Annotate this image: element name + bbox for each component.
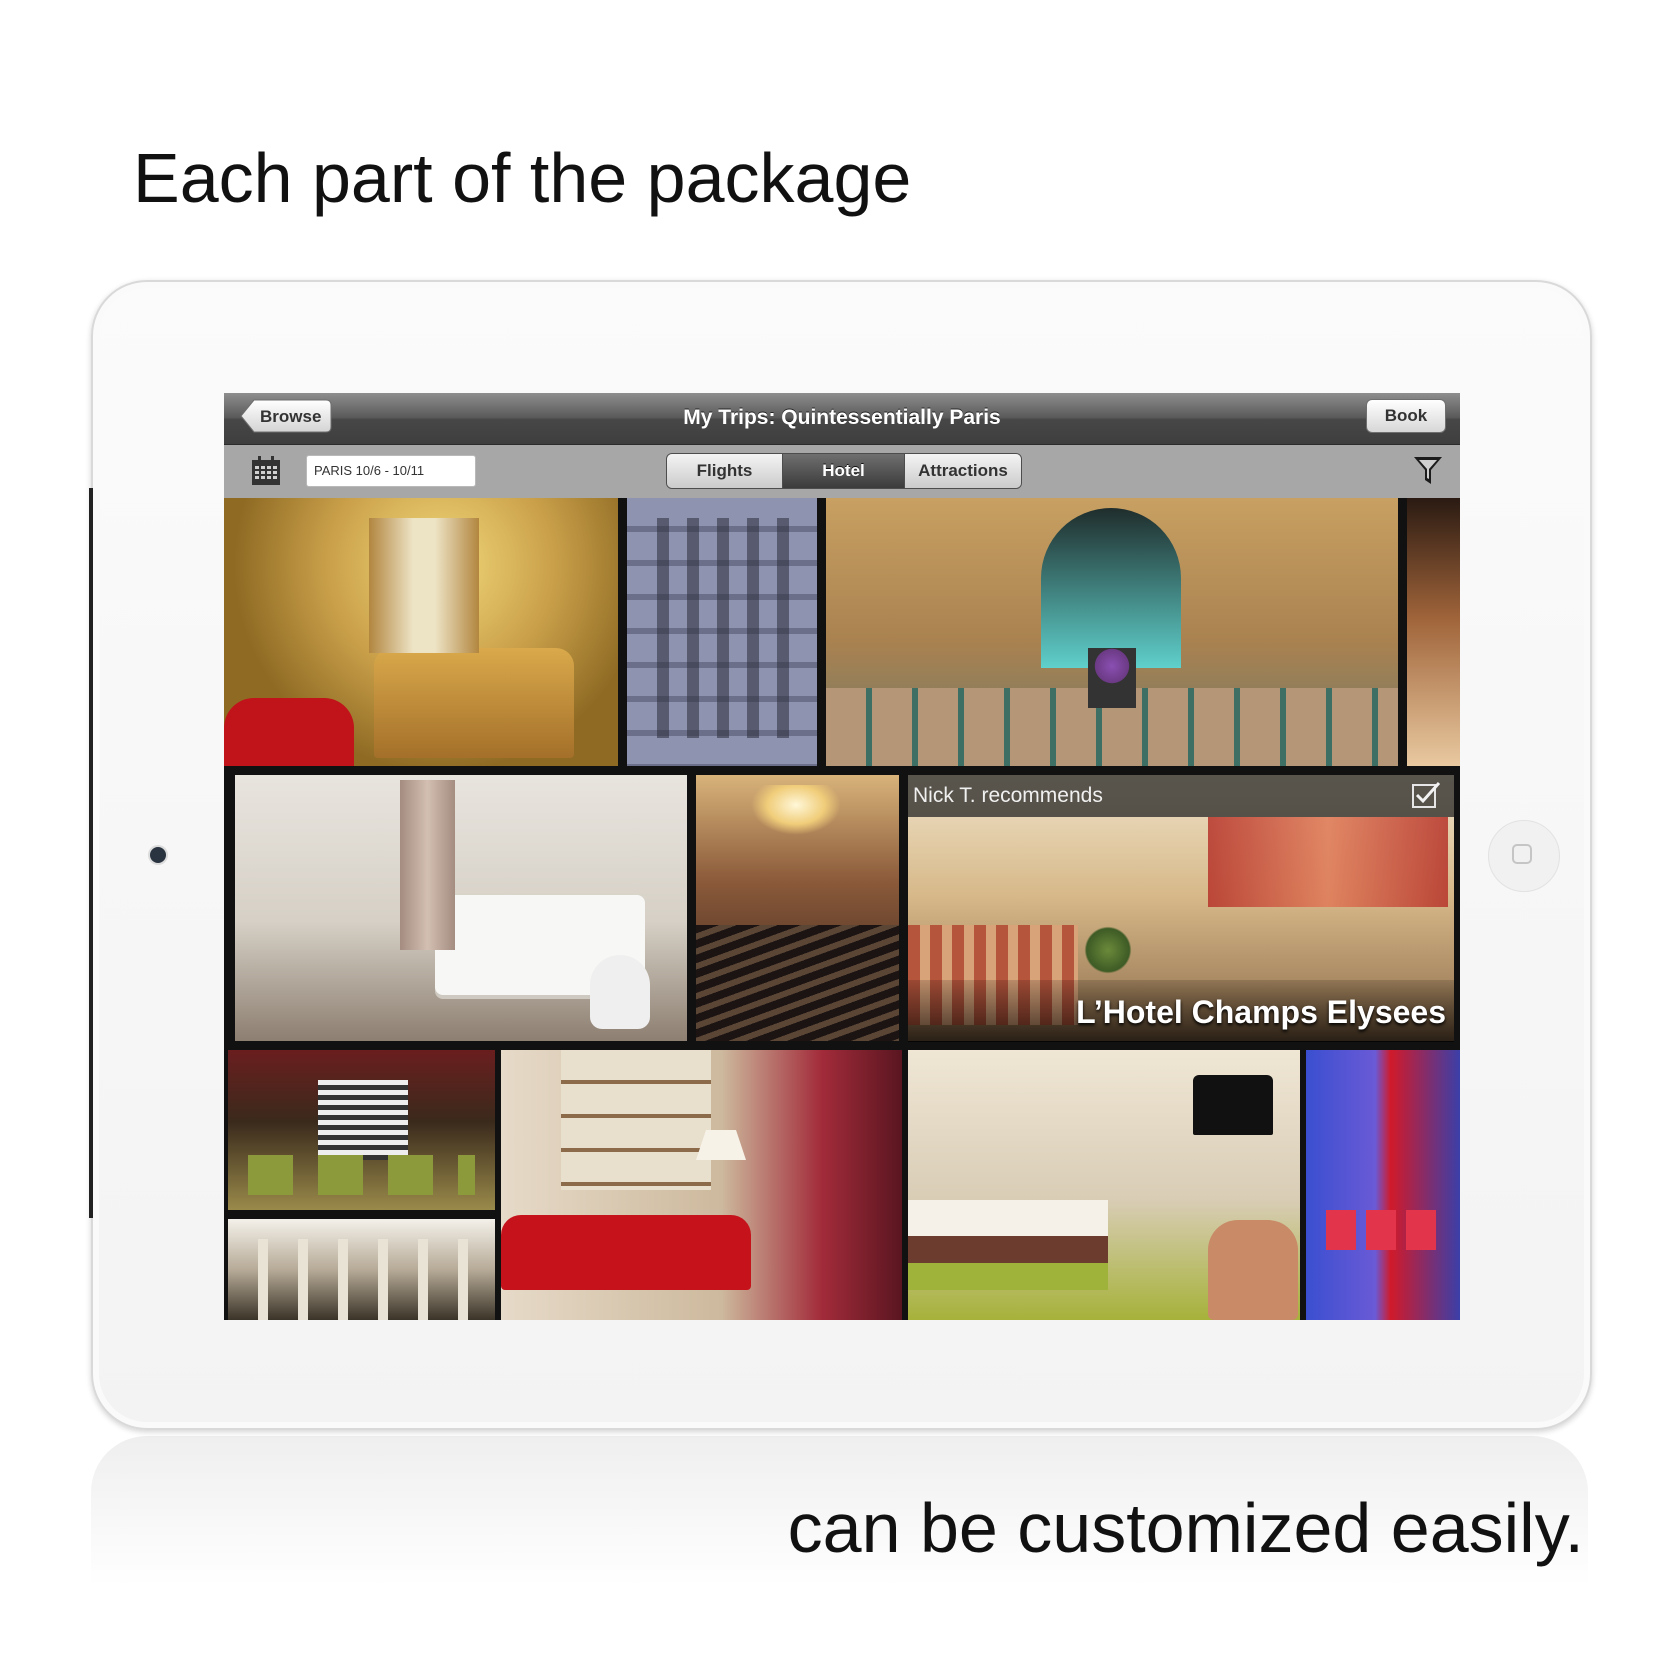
black-lamp-shape: [1193, 1075, 1273, 1135]
red-chairs-shape: [1326, 1210, 1436, 1250]
navigation-bar: Browse My Trips: Quintessentially Paris …: [224, 393, 1460, 445]
curtain-shape: [400, 780, 455, 950]
tab-flights[interactable]: Flights: [667, 454, 783, 488]
app-screen: Browse My Trips: Quintessentially Paris …: [224, 393, 1460, 1320]
calendar-icon[interactable]: [250, 455, 282, 492]
facade-windows-shape: [639, 518, 805, 738]
trip-toolbar: PARIS 10/6 - 10/11 Flights Hotel Attract…: [224, 445, 1460, 498]
bedspread-shape: [374, 648, 574, 758]
hotel-facade-photo[interactable]: [627, 498, 817, 766]
stair-railing-shape: [696, 925, 899, 1041]
home-square-icon: [1512, 844, 1532, 864]
tab-hotel[interactable]: Hotel: [783, 454, 905, 488]
date-range-field[interactable]: PARIS 10/6 - 10/11: [306, 455, 476, 487]
round-ottoman-shape: [590, 955, 650, 1029]
flower-table-shape: [1088, 648, 1136, 708]
red-armchair-shape: [224, 698, 354, 766]
ornate-bedroom-photo[interactable]: [224, 498, 618, 766]
staircase-shape: [318, 1080, 408, 1160]
recommendation-bar: Nick T. recommends: [908, 775, 1454, 817]
columns-shape: [228, 1239, 495, 1320]
staircase-atrium-photo[interactable]: [696, 775, 899, 1041]
bed-shape: [908, 1200, 1108, 1290]
filter-icon[interactable]: [1412, 454, 1444, 493]
section-tabs: Flights Hotel Attractions: [666, 453, 1022, 489]
arcade-interior-photo[interactable]: [228, 1219, 495, 1320]
tab-attractions[interactable]: Attractions: [905, 454, 1021, 488]
camera-icon: [150, 847, 166, 863]
red-sofa-lounge-photo[interactable]: [501, 1050, 902, 1320]
hotel-name: L’Hotel Champs Elysees: [1076, 994, 1446, 1030]
partial-room-photo[interactable]: [1407, 498, 1460, 766]
blue-red-lobby-photo[interactable]: [1306, 1050, 1460, 1320]
bookshelf-shape: [561, 1050, 711, 1190]
curtains-shape: [1208, 817, 1448, 907]
recommendation-text: Nick T. recommends: [913, 784, 1103, 807]
caption: can be customized easily.: [787, 1489, 1584, 1567]
checkbox-checked-icon[interactable]: [1412, 781, 1442, 814]
plant-pot-shape: [1078, 925, 1138, 975]
green-armchairs-shape: [248, 1155, 475, 1195]
page-title: My Trips: Quintessentially Paris: [683, 406, 1001, 429]
hotel-name-band: L’Hotel Champs Elysees: [908, 980, 1454, 1042]
chandelier-shape: [751, 785, 841, 835]
archway-shape: [1041, 508, 1181, 668]
modern-white-bedroom-photo[interactable]: [235, 775, 687, 1041]
red-sofa-shape: [501, 1215, 751, 1290]
boutique-bedroom-photo[interactable]: [908, 1050, 1300, 1320]
window-drapes-shape: [369, 518, 479, 653]
headline: Each part of the package: [133, 139, 912, 217]
armchair-shape: [1208, 1220, 1298, 1320]
grand-stair-lounge-photo[interactable]: [228, 1050, 495, 1210]
tablet-side-edge: [89, 488, 93, 1218]
book-button[interactable]: Book: [1366, 399, 1446, 433]
grand-lobby-photo[interactable]: [826, 498, 1398, 766]
